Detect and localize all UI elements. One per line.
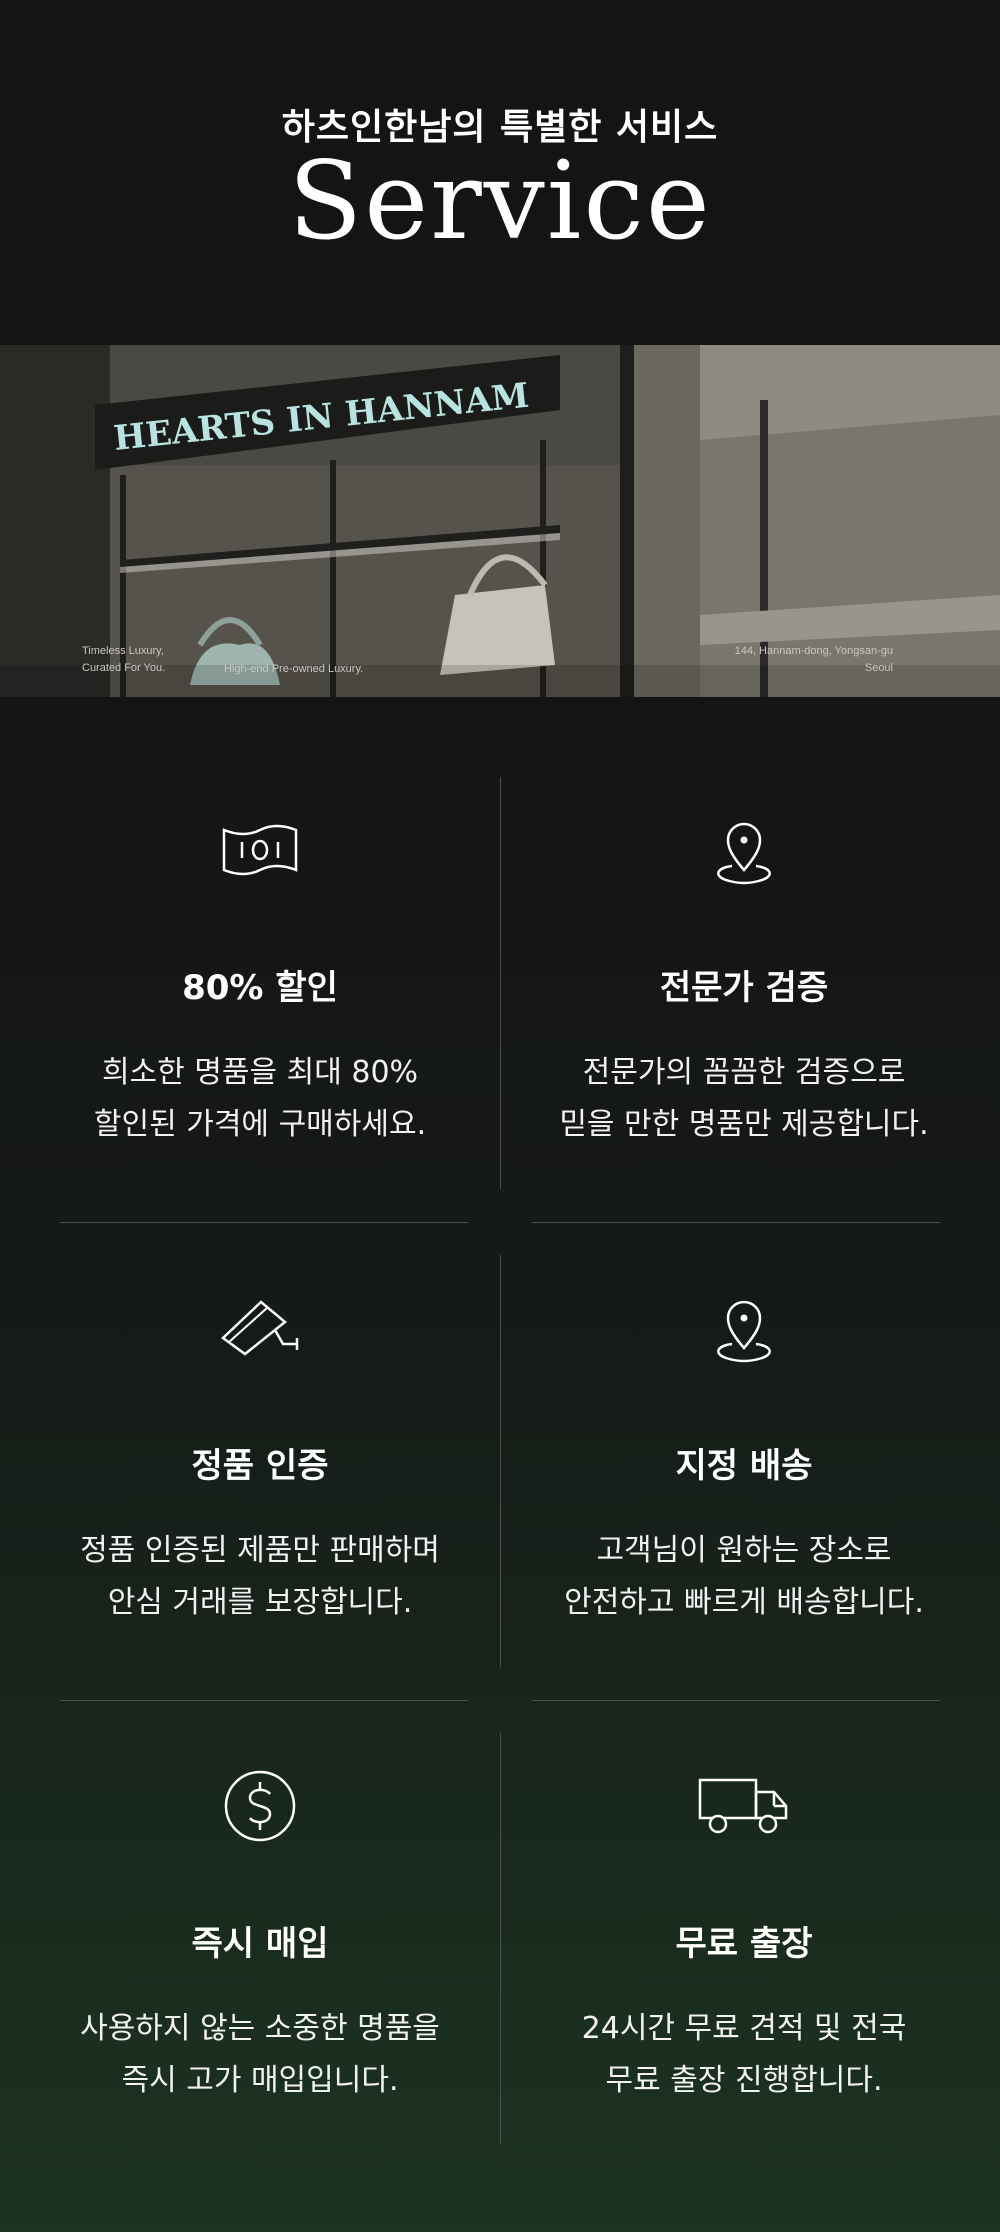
caption-line: Curated For You.	[82, 662, 166, 674]
description-line: 믿을 만한 명품만 제공합니다.	[559, 1107, 929, 1142]
service-title: 무료 출장	[675, 1924, 813, 1964]
caption-line: Timeless Luxury,	[82, 645, 164, 657]
service-description: 24시간 무료 견적 및 전국 무료 출장 진행합니다.	[494, 2003, 994, 2107]
security-camera-icon	[210, 1280, 310, 1380]
caption-line: Seoul	[864, 662, 893, 674]
divider-horizontal	[532, 1700, 940, 1701]
store-photo-banner: HEARTS IN HANNAM Timeless Luxury, Curate…	[0, 345, 1000, 697]
section-title: Service	[288, 139, 712, 264]
description-line: 정품 인증된 제품만 판매하며	[80, 1533, 440, 1568]
page-header: 하츠인한남의 특별한 서비스 Service	[0, 0, 1000, 345]
location-pin-icon	[694, 802, 794, 902]
banner-caption-left: Timeless Luxury, Curated For You.	[82, 643, 165, 677]
banner-caption-right: 144, Hannam-dong, Yongsan-gu Seoul	[735, 643, 893, 677]
description-line: 24시간 무료 견적 및 전국	[581, 2011, 907, 2046]
description-line: 즉시 고가 매입입니다.	[121, 2063, 399, 2098]
service-description: 정품 인증된 제품만 판매하며 안심 거래를 보장합니다.	[10, 1525, 510, 1629]
service-description: 전문가의 꼼꼼한 검증으로 믿을 만한 명품만 제공합니다.	[494, 1047, 994, 1151]
service-title: 지정 배송	[675, 1446, 813, 1486]
divider-horizontal	[60, 1222, 468, 1223]
description-line: 고객님이 원하는 장소로	[596, 1533, 892, 1568]
description-line: 할인된 가격에 구매하세요.	[93, 1107, 427, 1142]
description-line: 희소한 명품을 최대 80%	[101, 1055, 419, 1090]
caption-line: 144, Hannam-dong, Yongsan-gu	[734, 645, 893, 657]
banknote-icon	[210, 802, 310, 902]
divider-horizontal	[532, 1222, 940, 1223]
description-line: 전문가의 꼼꼼한 검증으로	[582, 1055, 906, 1090]
description-line: 안전하고 빠르게 배송합니다.	[564, 1585, 924, 1620]
service-title: 80% 할인	[182, 968, 338, 1008]
services-grid: 80% 할인 희소한 명품을 최대 80% 할인된 가격에 구매하세요. 전문가…	[0, 697, 1000, 2232]
service-title: 전문가 검증	[659, 968, 829, 1008]
service-description: 희소한 명품을 최대 80% 할인된 가격에 구매하세요.	[10, 1047, 510, 1151]
service-description: 고객님이 원하는 장소로 안전하고 빠르게 배송합니다.	[494, 1525, 994, 1629]
dollar-coin-icon	[210, 1758, 310, 1858]
location-pin-icon	[694, 1280, 794, 1380]
description-line: 안심 거래를 보장합니다.	[107, 1585, 413, 1620]
banner-caption-center: High-end Pre-owned Luxury.	[224, 663, 364, 675]
description-line: 무료 출장 진행합니다.	[605, 2063, 883, 2098]
service-title: 정품 인증	[191, 1446, 329, 1486]
delivery-truck-icon	[694, 1758, 794, 1858]
description-line: 사용하지 않는 소중한 명품을	[80, 2011, 440, 2046]
divider-horizontal	[60, 1700, 468, 1701]
service-description: 사용하지 않는 소중한 명품을 즉시 고가 매입입니다.	[10, 2003, 510, 2107]
service-title: 즉시 매입	[191, 1924, 329, 1964]
